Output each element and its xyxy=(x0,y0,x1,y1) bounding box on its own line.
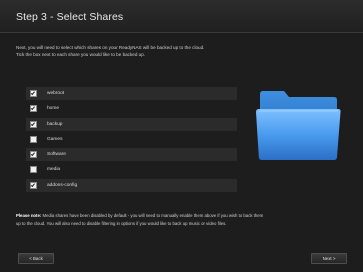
share-label-media: media xyxy=(47,167,61,173)
wizard-header: Step 3 - Select Shares xyxy=(0,0,363,33)
share-label-home: home xyxy=(47,106,59,112)
share-checkbox-software[interactable] xyxy=(30,151,37,159)
intro-line-1: Next, you will need to select which shar… xyxy=(16,45,205,50)
share-checkbox-addons-config[interactable] xyxy=(30,181,37,189)
share-row-addons-config[interactable]: addons-config xyxy=(26,178,237,192)
share-label-addons-config: addons-config xyxy=(47,182,78,188)
folder-icon xyxy=(256,91,341,160)
share-checkbox-backup[interactable] xyxy=(30,120,37,128)
intro-text: Next, you will need to select which shar… xyxy=(16,44,351,58)
share-label-software: Software xyxy=(47,152,66,158)
share-row-home[interactable]: home xyxy=(26,102,237,115)
page-title: Step 3 - Select Shares xyxy=(16,11,124,23)
share-checkbox-home[interactable] xyxy=(30,105,37,113)
share-row-webroot[interactable]: webroot xyxy=(26,87,237,100)
share-checkbox-webroot[interactable] xyxy=(30,90,37,97)
share-label-games: Games xyxy=(47,136,63,142)
note-text: Please note: Media shares have been disa… xyxy=(16,212,351,227)
share-row-games[interactable]: Games xyxy=(26,133,237,146)
share-row-media[interactable]: media xyxy=(26,163,237,176)
share-row-backup[interactable]: backup xyxy=(26,117,237,131)
intro-line-2: Tick the box next to each share you woul… xyxy=(16,52,146,57)
share-label-webroot: webroot xyxy=(47,91,65,96)
note-line-2: up to the cloud. You will also need to d… xyxy=(16,220,227,226)
note-bold-label: Please note: xyxy=(16,213,42,218)
share-label-backup: backup xyxy=(47,121,63,127)
note-line-1: Media shares have been disabled by defau… xyxy=(42,213,264,218)
share-checkbox-media[interactable] xyxy=(30,166,37,174)
share-checkbox-games[interactable] xyxy=(30,135,37,143)
wizard-window: Step 3 - Select Shares Next, you will ne… xyxy=(0,0,363,272)
next-button[interactable]: Next > xyxy=(311,253,347,264)
back-button[interactable]: < Back xyxy=(18,253,54,264)
share-list: webroot home backup Games Software media… xyxy=(26,87,237,194)
share-row-software[interactable]: Software xyxy=(26,148,237,162)
